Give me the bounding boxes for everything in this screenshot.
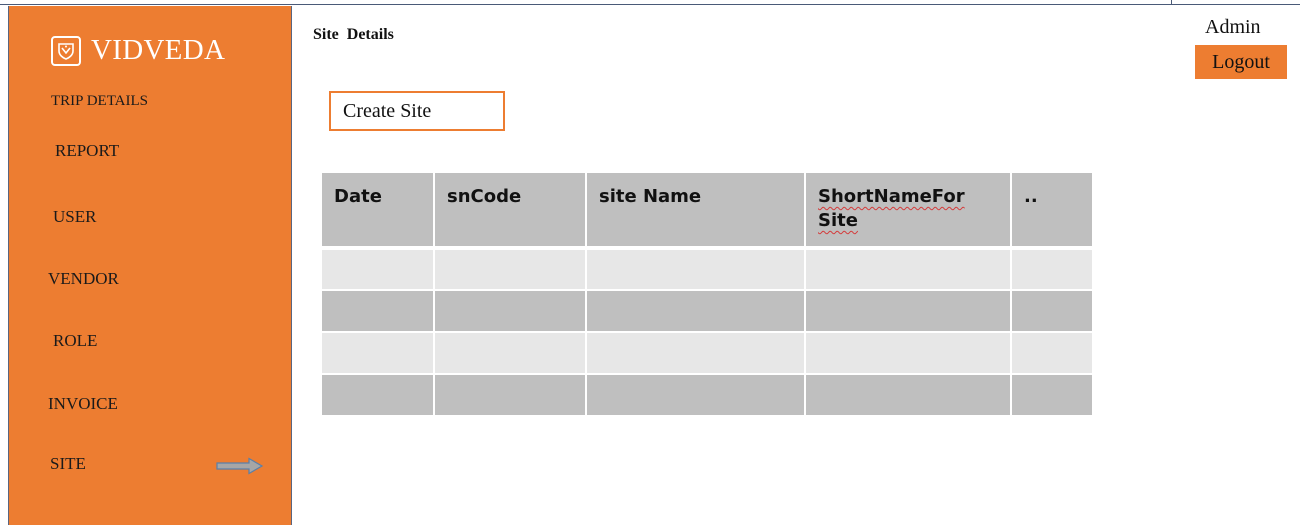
brand[interactable]: VIDVEDA [51,34,225,67]
table-cell [1011,374,1092,417]
table-cell [434,290,587,333]
table-cell [805,332,1012,375]
column-header-more[interactable]: .. [1011,173,1092,250]
table-cell [1011,290,1092,333]
sidebar-item-invoice[interactable]: INVOICE [48,394,118,414]
sidebar-item-user[interactable]: USER [53,207,96,227]
table-cell [586,248,806,291]
table-cell [322,248,435,291]
sidebar-item-site[interactable]: SITE [50,454,86,474]
table-cell [434,248,587,291]
page-title: Site Details [313,26,394,43]
table-cell [586,290,806,333]
table-cell [805,290,1012,333]
sidebar-item-trip-details[interactable]: TRIP DETAILS [51,93,148,110]
table-row[interactable] [322,248,1092,291]
create-site-button[interactable]: Create Site [329,91,505,131]
brand-name: VIDVEDA [91,34,226,66]
sidebar-item-role[interactable]: ROLE [53,331,97,351]
admin-username: Admin [1205,16,1261,38]
column-header-sncode[interactable]: snCode [434,173,587,250]
table-cell [1011,248,1092,291]
logout-button[interactable]: Logout [1195,45,1287,79]
table-cell [434,332,587,375]
table-cell [1011,332,1092,375]
table-row[interactable] [322,332,1092,375]
table-cell [322,374,435,417]
sites-table: Date snCode site Name ShortNameFor Site … [322,173,1092,417]
top-border-tick [1171,0,1172,5]
table-cell [805,374,1012,417]
table-cell [434,374,587,417]
table-header-row: Date snCode site Name ShortNameFor Site … [322,173,1092,250]
short-name-header-text: ShortNameFor Site [818,186,965,231]
sidebar: VIDVEDA TRIP DETAILS REPORT USER VENDOR … [8,6,292,525]
table-cell [322,332,435,375]
table-cell [322,290,435,333]
top-border-line [0,4,1300,5]
sidebar-item-vendor[interactable]: VENDOR [48,269,119,289]
table-cell [586,332,806,375]
table-row[interactable] [322,290,1092,333]
sidebar-item-report[interactable]: REPORT [55,141,119,161]
column-header-date[interactable]: Date [322,173,435,250]
column-header-short-name-for-site[interactable]: ShortNameFor Site [805,173,1012,250]
table-cell [805,248,1012,291]
shield-crest-icon [51,35,81,66]
right-arrow-icon [216,457,264,480]
table-row[interactable] [322,374,1092,417]
column-header-site-name[interactable]: site Name [586,173,806,250]
table-cell [586,374,806,417]
